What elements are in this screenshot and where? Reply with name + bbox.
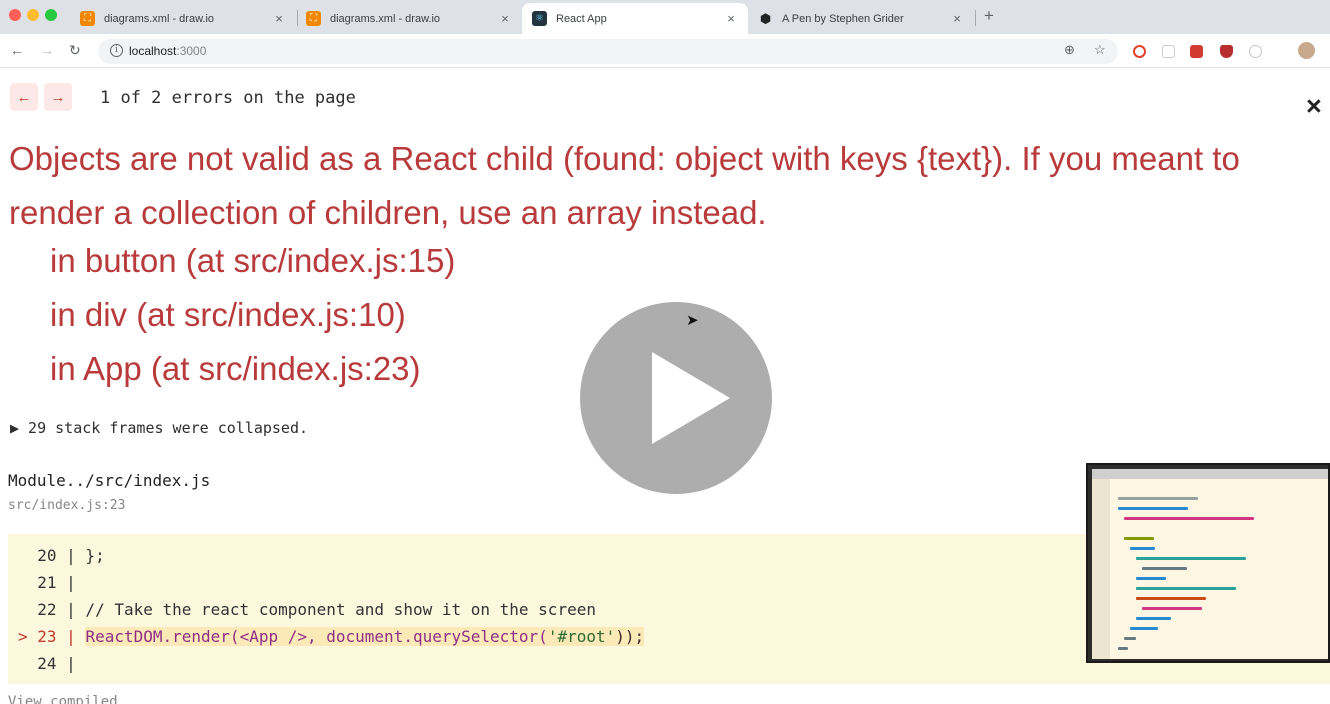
play-icon xyxy=(652,352,730,444)
thumbnail-code-line xyxy=(1136,587,1236,590)
browser-tab-bar: ⛶ diagrams.xml - draw.io × ⛶ diagrams.xm… xyxy=(0,0,1330,34)
module-location-link[interactable]: src/index.js:23 xyxy=(8,498,125,513)
codepen-favicon-icon: ⬢ xyxy=(759,10,772,26)
code-line-22: 22 | // Take the react component and sho… xyxy=(18,600,596,619)
tab-title: diagrams.xml - draw.io xyxy=(104,12,215,25)
tab-close-icon[interactable]: × xyxy=(272,11,286,26)
site-info-icon[interactable]: i xyxy=(110,44,123,57)
bookmark-star-icon[interactable]: ☆ xyxy=(1094,42,1106,58)
browser-tab-codepen[interactable]: ⬢ A Pen by Stephen Grider × xyxy=(748,3,974,34)
error-navigation: ← → xyxy=(10,83,78,111)
zoom-icon[interactable]: ⊕ xyxy=(1064,42,1075,58)
new-tab-button[interactable]: + xyxy=(984,6,994,26)
thumbnail-code-editor xyxy=(1092,479,1328,659)
browser-tab-react-app[interactable]: ⚛ React App × xyxy=(522,3,748,34)
reload-icon[interactable]: ↻ xyxy=(69,42,81,59)
view-compiled-link[interactable]: View compiled xyxy=(8,694,118,704)
browser-tab-drawio-1[interactable]: ⛶ diagrams.xml - draw.io × xyxy=(70,3,296,34)
video-play-button[interactable] xyxy=(580,302,772,494)
shield-extension-icon[interactable] xyxy=(1220,45,1233,58)
tab-title: React App xyxy=(556,12,607,25)
thumbnail-code-line xyxy=(1136,557,1246,560)
tab-title: A Pen by Stephen Grider xyxy=(782,12,904,25)
address-url: localhost:3000 xyxy=(129,44,207,58)
code-line-21: 21 | xyxy=(18,573,76,592)
browser-toolbar: ← → ↻ i localhost:3000 ⊕ ☆ xyxy=(0,34,1330,68)
code-line-23-highlighted: > 23 | ReactDOM.render(<App />, document… xyxy=(18,627,645,646)
thumbnail-code-line xyxy=(1136,617,1171,620)
window-zoom-button[interactable] xyxy=(45,9,57,21)
profile-avatar-icon[interactable] xyxy=(1298,42,1315,59)
component-stack-frame: in div (at src/index.js:10) xyxy=(50,296,406,333)
close-overlay-button[interactable]: × xyxy=(1306,93,1322,120)
back-icon[interactable]: ← xyxy=(10,42,24,58)
window-minimize-button[interactable] xyxy=(27,9,39,21)
thumbnail-code-line xyxy=(1124,517,1254,520)
editor-preview-thumbnail xyxy=(1086,463,1330,663)
browser-tab-drawio-2[interactable]: ⛶ diagrams.xml - draw.io × xyxy=(296,3,522,34)
component-stack-frame: in button (at src/index.js:15) xyxy=(50,242,456,279)
tab-title: diagrams.xml - draw.io xyxy=(330,12,441,25)
forward-icon[interactable]: → xyxy=(40,42,54,58)
grey-extension-icon[interactable] xyxy=(1249,45,1262,58)
react-favicon-icon: ⚛ xyxy=(532,11,547,26)
address-bar[interactable]: i localhost:3000 xyxy=(98,39,1118,64)
thumbnail-code-line xyxy=(1142,567,1187,570)
thumbnail-code-line xyxy=(1136,597,1206,600)
thumbnail-code-line xyxy=(1124,537,1154,540)
module-name: Module../src/index.js xyxy=(8,471,211,490)
thumbnail-code-line xyxy=(1118,507,1188,510)
error-count: 1 of 2 errors on the page xyxy=(100,88,356,108)
tab-close-icon[interactable]: × xyxy=(498,11,512,26)
collapsed-frames-toggle[interactable]: ▶ 29 stack frames were collapsed. xyxy=(10,419,308,437)
code-line-20: 20 | }; xyxy=(18,546,105,565)
thumbnail-code-line xyxy=(1124,637,1136,640)
thumbnail-code-line xyxy=(1118,497,1198,500)
tab-separator xyxy=(975,10,976,26)
error-message: Objects are not valid as a React child (… xyxy=(9,140,1240,231)
thumbnail-gutter xyxy=(1092,479,1110,659)
thumbnail-toolbar xyxy=(1092,469,1328,479)
css-extension-icon[interactable] xyxy=(1162,45,1175,58)
mouse-cursor-icon: ➤ xyxy=(686,312,699,329)
drawio-favicon-icon: ⛶ xyxy=(306,11,321,26)
thumbnail-code-line xyxy=(1142,607,1202,610)
thumbnail-code-line xyxy=(1130,627,1158,630)
tab-close-icon[interactable]: × xyxy=(724,11,738,26)
next-error-button[interactable]: → xyxy=(44,83,72,111)
thumbnail-code-line xyxy=(1136,577,1166,580)
drawio-favicon-icon: ⛶ xyxy=(80,11,95,26)
thumbnail-code-line xyxy=(1118,647,1128,650)
opera-extension-icon[interactable] xyxy=(1133,45,1146,58)
red-extension-icon[interactable] xyxy=(1190,45,1203,58)
component-stack-frame: in App (at src/index.js:23) xyxy=(50,350,421,387)
thumbnail-code-line xyxy=(1130,547,1155,550)
code-line-24: 24 | xyxy=(18,654,76,673)
window-close-button[interactable] xyxy=(9,9,21,21)
tab-close-icon[interactable]: × xyxy=(950,11,964,26)
previous-error-button[interactable]: ← xyxy=(10,83,38,111)
